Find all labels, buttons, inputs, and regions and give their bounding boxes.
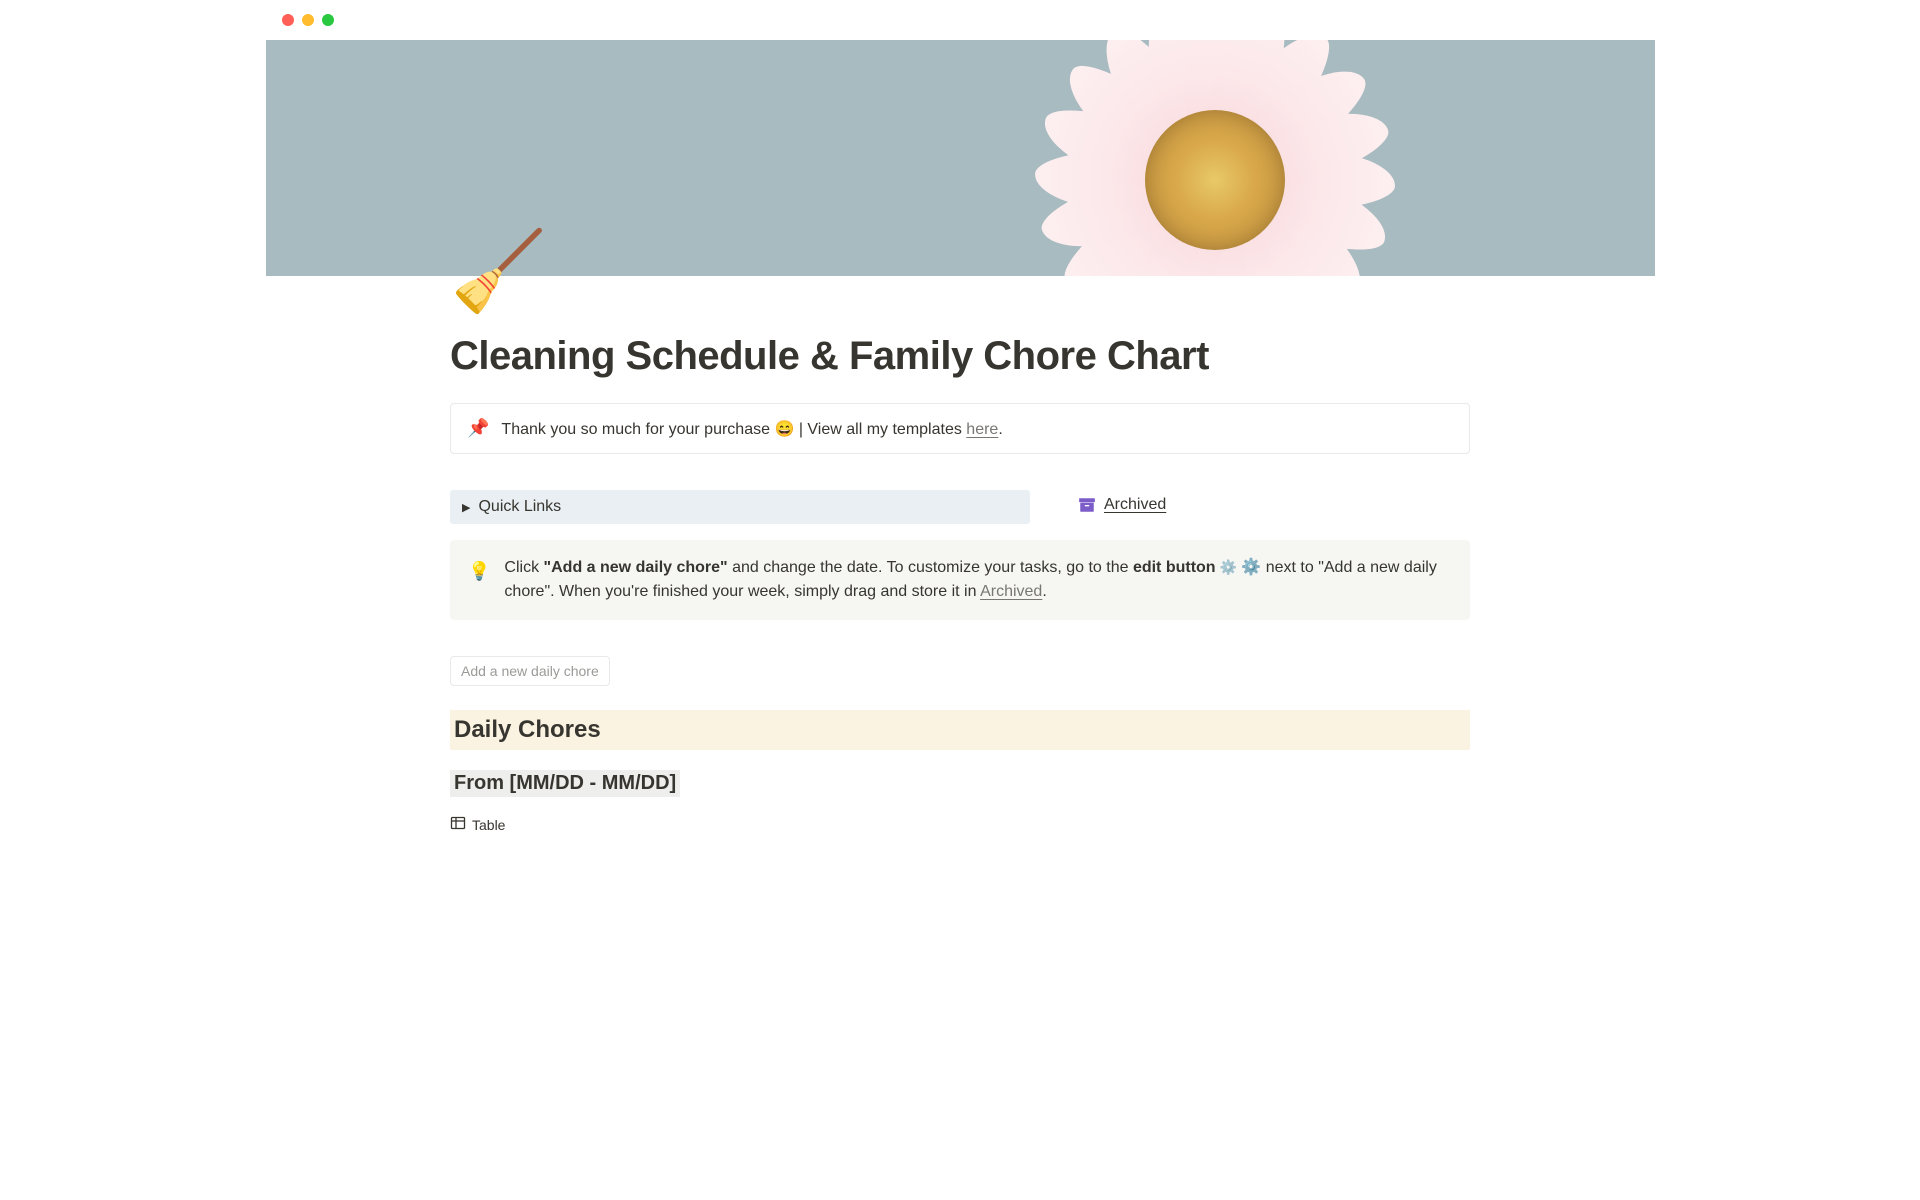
pushpin-icon: 📌 (467, 418, 489, 439)
quick-links-label: Quick Links (478, 498, 561, 516)
tip-bold-edit: edit button (1133, 559, 1216, 576)
page-icon[interactable]: 🧹 (450, 232, 1470, 310)
maximize-window-button[interactable] (322, 14, 334, 26)
archived-link[interactable]: Archived (1078, 496, 1166, 514)
templates-link[interactable]: here (966, 421, 998, 438)
table-view-label: Table (472, 817, 505, 833)
table-icon (450, 815, 466, 834)
window-titlebar (266, 0, 1655, 40)
lightbulb-icon: 💡 (468, 558, 490, 604)
close-window-button[interactable] (282, 14, 294, 26)
archive-box-icon (1078, 496, 1096, 514)
tip-text: Click "Add a new daily chore" and change… (504, 556, 1452, 604)
toggle-icon: ▶ (462, 501, 470, 514)
tip-callout: 💡 Click "Add a new daily chore" and chan… (450, 540, 1470, 620)
archived-inline-link[interactable]: Archived (980, 583, 1042, 600)
thanks-text: Thank you so much for your purchase 😄 | … (501, 419, 1002, 439)
archived-label: Archived (1104, 496, 1166, 514)
thanks-text-after: . (998, 421, 1002, 438)
table-view-tab[interactable]: Table (450, 815, 505, 834)
tip-bold-add: "Add a new daily chore" (544, 559, 728, 576)
add-daily-chore-button[interactable]: Add a new daily chore (450, 656, 610, 686)
page-content: 🧹 Cleaning Schedule & Family Chore Chart… (360, 276, 1560, 836)
page-title[interactable]: Cleaning Schedule & Family Chore Chart (450, 334, 1470, 379)
date-range-subheading[interactable]: From [MM/DD - MM/DD] (450, 770, 680, 797)
gear-icon: ⚙️ (1216, 559, 1237, 575)
quick-links-toggle[interactable]: ▶ Quick Links (450, 490, 1030, 524)
thanks-callout: 📌 Thank you so much for your purchase 😄 … (450, 403, 1470, 454)
daily-chores-heading[interactable]: Daily Chores (450, 710, 1470, 750)
minimize-window-button[interactable] (302, 14, 314, 26)
thanks-text-before: Thank you so much for your purchase 😄 | … (501, 421, 966, 438)
